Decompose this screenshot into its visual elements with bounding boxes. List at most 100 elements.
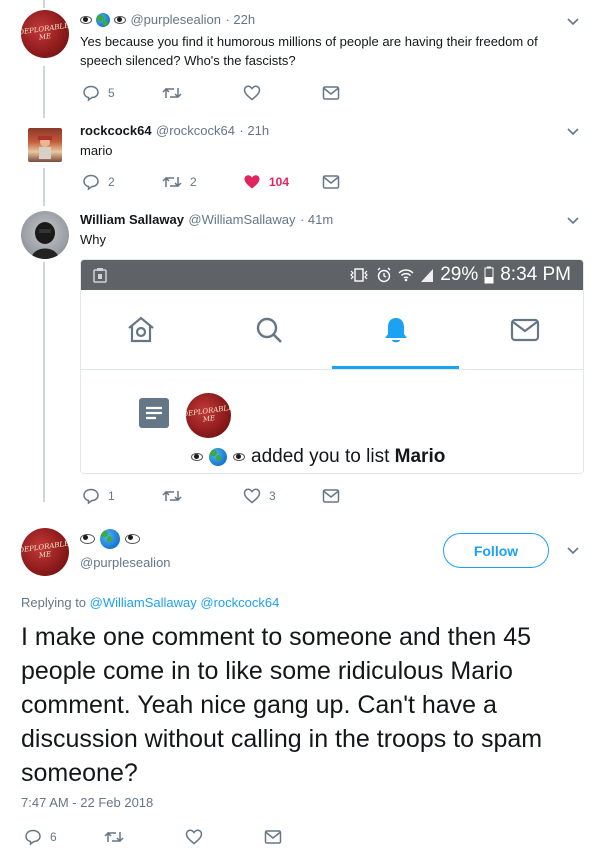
- avatar-text: DEPLORABLE ME: [21, 539, 69, 560]
- avatar-image: [31, 222, 59, 259]
- notifications-bell-icon[interactable]: [381, 315, 411, 345]
- thread-line: [43, 66, 45, 118]
- messages-envelope-icon[interactable]: [510, 315, 540, 345]
- tweet-text: Why: [80, 232, 106, 247]
- heart-filled-icon: [244, 175, 260, 189]
- retweet-button[interactable]: 2: [162, 173, 197, 191]
- chevron-down-icon[interactable]: [565, 124, 581, 140]
- heart-icon: [185, 829, 203, 845]
- like-button[interactable]: 3: [243, 487, 276, 505]
- list-name[interactable]: Mario: [395, 446, 446, 467]
- globe-emoji-icon: [96, 12, 110, 27]
- avatar-text: DEPLORABLE ME: [186, 403, 231, 424]
- status-icons: 29% 8:34 PM: [348, 264, 571, 286]
- follow-button[interactable]: Follow: [443, 533, 549, 568]
- like-count: 3: [269, 489, 276, 503]
- twitter-nav-bar: [81, 290, 583, 370]
- message-button[interactable]: [322, 488, 340, 504]
- search-icon[interactable]: [254, 315, 284, 345]
- tweet-timestamp[interactable]: 7:47 AM - 22 Feb 2018: [21, 795, 153, 810]
- reply-icon: [83, 85, 99, 102]
- message-button[interactable]: [322, 85, 340, 101]
- envelope-icon: [322, 86, 340, 100]
- home-icon[interactable]: [126, 315, 156, 345]
- like-button[interactable]: [185, 828, 203, 846]
- eye-emoji-icon: [125, 534, 140, 544]
- alarm-icon: [377, 267, 391, 283]
- tweet-text: mario: [80, 143, 113, 158]
- eye-emoji-icon: [114, 15, 126, 24]
- avatar[interactable]: DEPLORABLE ME: [21, 10, 69, 58]
- heart-icon: [243, 85, 261, 101]
- message-button[interactable]: [264, 829, 282, 845]
- embedded-image[interactable]: 29% 8:34 PM DEPLORABLE ME added you to l…: [80, 259, 584, 474]
- reply-button[interactable]: 1: [82, 487, 115, 505]
- like-count: 104: [269, 175, 290, 189]
- tweet-time[interactable]: · 22h: [225, 12, 255, 27]
- tweet-text: Yes because you find it humorous million…: [80, 34, 538, 68]
- retweet-button[interactable]: [162, 487, 190, 505]
- focused-tweet-text: I make one comment to someone and then 4…: [21, 623, 543, 787]
- reply-count: 5: [108, 86, 115, 100]
- tweet-time[interactable]: · 41m: [300, 212, 333, 227]
- avatar[interactable]: DEPLORABLE ME: [21, 528, 69, 576]
- chevron-down-icon[interactable]: [565, 213, 581, 229]
- avatar[interactable]: [28, 128, 62, 162]
- chevron-down-icon[interactable]: [565, 543, 581, 559]
- envelope-icon: [322, 175, 340, 189]
- tweet-handle[interactable]: @purplesealion: [80, 555, 171, 570]
- list-notification: DEPLORABLE ME added you to list Mario: [81, 370, 583, 473]
- tweet-time[interactable]: · 21h: [239, 123, 269, 138]
- reply-mention-link[interactable]: @rockcock64: [200, 595, 279, 610]
- thread-line: [43, 168, 45, 206]
- eye-emoji-icon: [233, 453, 245, 461]
- thread-line: [43, 262, 45, 502]
- like-button[interactable]: 104: [243, 173, 289, 191]
- display-name-emoji[interactable]: [80, 529, 140, 549]
- avatar-image: [38, 136, 52, 159]
- reply-button[interactable]: 5: [82, 84, 115, 102]
- tweet-author-name[interactable]: rockcock64: [80, 123, 152, 138]
- envelope-icon: [264, 830, 282, 844]
- phone-clock: 8:34 PM: [500, 264, 571, 285]
- wifi-icon: [398, 269, 414, 282]
- reply-button[interactable]: 6: [24, 828, 57, 846]
- tweet-header: rockcock64 @rockcock64 · 21h: [80, 122, 269, 140]
- retweet-icon: [162, 176, 182, 188]
- tweet-author-name[interactable]: William Sallaway: [80, 212, 184, 227]
- notification-text: added you to list Mario: [251, 446, 446, 467]
- envelope-icon: [322, 489, 340, 503]
- tweet-handle[interactable]: @rockcock64: [156, 123, 235, 138]
- phone-status-bar: 29% 8:34 PM: [81, 260, 583, 290]
- retweet-count: 2: [190, 175, 197, 189]
- reply-mention-link[interactable]: @WilliamSallaway: [90, 595, 197, 610]
- tweet-handle[interactable]: @purplesealion: [130, 12, 221, 27]
- avatar-text: DEPLORABLE ME: [21, 21, 69, 42]
- retweet-button[interactable]: [104, 828, 124, 846]
- thread-line: [43, 0, 45, 8]
- active-tab-indicator: [332, 366, 459, 369]
- chevron-down-icon[interactable]: [565, 14, 581, 30]
- tweet-header: @purplesealion · 22h: [80, 11, 255, 29]
- eye-emoji-icon: [80, 534, 95, 544]
- message-button[interactable]: [322, 174, 340, 190]
- retweet-button[interactable]: [162, 84, 190, 102]
- reply-icon: [83, 174, 99, 191]
- display-name-emoji[interactable]: [80, 12, 126, 27]
- globe-emoji-icon: [100, 529, 120, 549]
- reply-button[interactable]: 2: [82, 173, 115, 191]
- retweet-icon: [162, 490, 182, 502]
- reply-icon: [83, 488, 99, 505]
- app-notification-icon: [93, 268, 107, 283]
- tweet-handle[interactable]: @WilliamSallaway: [188, 212, 295, 227]
- notification-avatar[interactable]: DEPLORABLE ME: [186, 393, 231, 438]
- avatar[interactable]: [21, 211, 69, 259]
- retweet-icon: [162, 87, 182, 99]
- reply-count: 2: [108, 175, 115, 189]
- eye-emoji-icon: [80, 15, 92, 24]
- like-button[interactable]: [243, 84, 269, 102]
- heart-icon: [243, 488, 261, 504]
- retweet-icon: [104, 831, 124, 843]
- signal-icon: [421, 269, 434, 282]
- reply-count: 1: [108, 489, 115, 503]
